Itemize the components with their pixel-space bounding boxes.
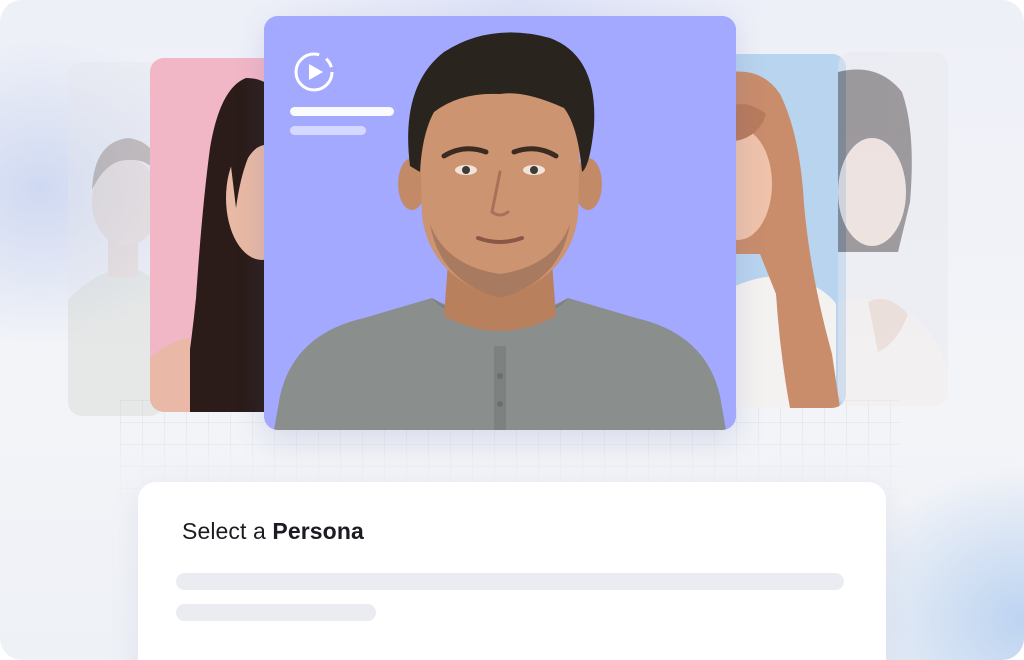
panel-title: Select a Persona [182,518,364,545]
persona-card-right[interactable] [720,54,846,408]
video-subtitle-placeholder [290,126,366,135]
persona-portrait-woman-faded [838,52,948,406]
persona-portrait-woman-pink [150,58,280,412]
video-title-placeholder [290,107,394,116]
persona-portrait-woman-blue [720,54,846,408]
persona-card-left[interactable] [150,58,280,412]
persona-selector-stage: Select a Persona [0,0,1024,660]
description-placeholder-line [176,573,844,590]
panel-title-prefix: Select a [182,518,266,544]
persona-card-far-right[interactable] [838,52,948,406]
persona-select-panel: Select a Persona [138,482,886,660]
play-circle-icon[interactable] [292,50,336,94]
description-placeholder-line-short [176,604,376,621]
panel-title-emphasis: Persona [272,518,364,544]
